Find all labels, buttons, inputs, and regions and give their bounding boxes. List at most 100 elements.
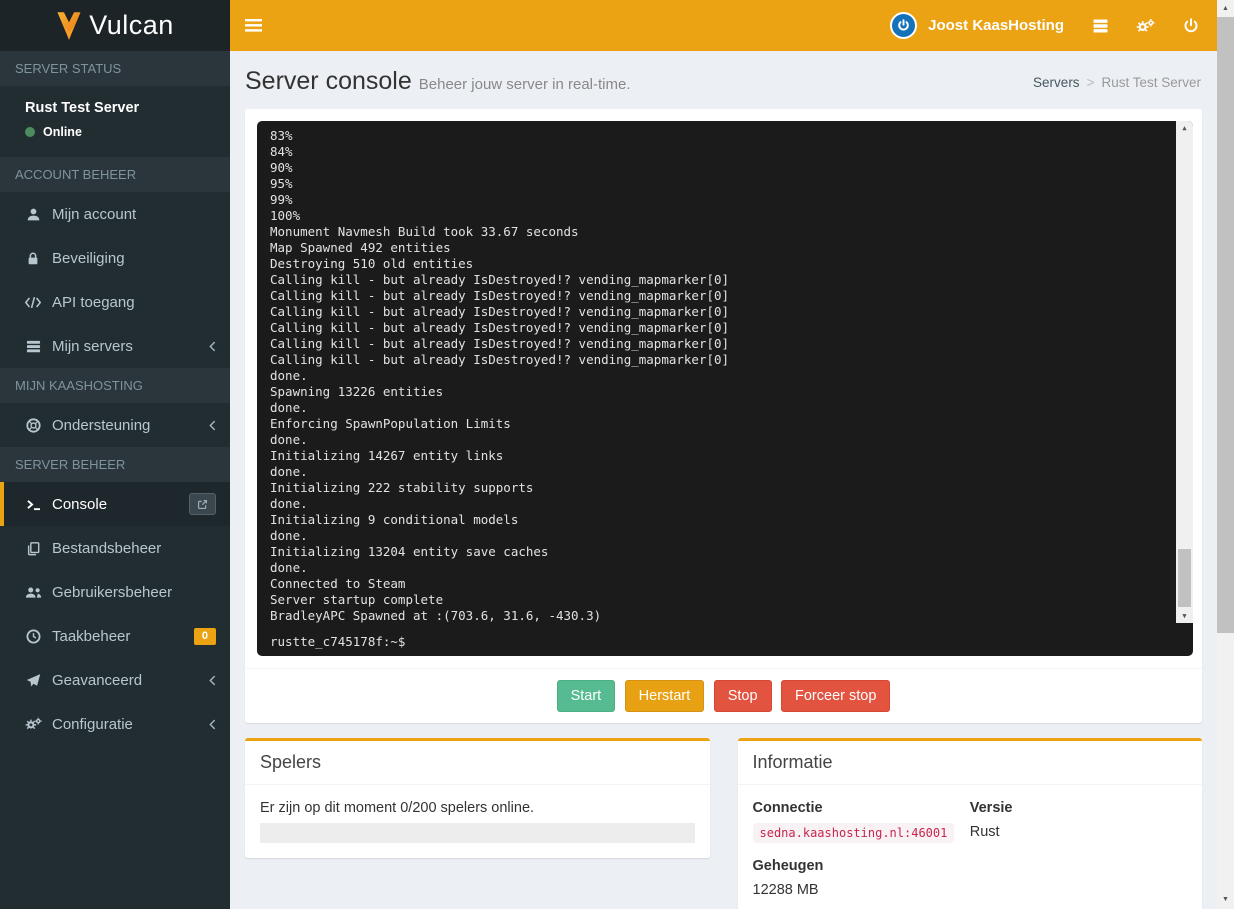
console-line: Monument Navmesh Build took 33.67 second… xyxy=(270,224,1163,240)
players-card: Spelers Er zijn op dit moment 0/200 spel… xyxy=(245,738,710,858)
gears-icon xyxy=(1136,18,1155,34)
sidebar-item-bestandsbeheer[interactable]: Bestandsbeheer xyxy=(0,526,230,570)
breadcrumb-separator: > xyxy=(1087,75,1095,90)
sidebar-item-api-toegang[interactable]: API toegang xyxy=(0,280,230,324)
paper-plane-icon xyxy=(23,673,43,688)
server-status-panel: Rust Test Server Online xyxy=(0,86,230,157)
external-link-icon xyxy=(197,499,208,510)
players-message: Er zijn op dit moment 0/200 spelers onli… xyxy=(260,800,695,816)
brand-name: Vulcan xyxy=(89,10,174,41)
console-line: Initializing 9 conditional models xyxy=(270,512,1163,528)
sidebar-section-server-beheer: SERVER BEHEER xyxy=(0,447,230,482)
console-line: BradleyAPC Spawned at :(703.6, 31.6, -43… xyxy=(270,608,1163,624)
version-value: Rust xyxy=(970,824,1187,840)
sidebar-section-kaashosting: MIJN KAASHOSTING xyxy=(0,368,230,403)
topbar: Joost KaasHosting xyxy=(230,0,1217,51)
content-header: Server console Beheer jouw server in real… xyxy=(230,51,1217,109)
console-line: 95% xyxy=(270,176,1163,192)
sidebar-item-mijn-account[interactable]: Mijn account xyxy=(0,192,230,236)
console-line: Calling kill - but already IsDestroyed!?… xyxy=(270,352,1163,368)
console-line: done. xyxy=(270,368,1163,384)
users-icon xyxy=(23,586,43,599)
sidebar-item-taakbeheer[interactable]: Taakbeheer 0 xyxy=(0,614,230,658)
sidebar-item-configuratie[interactable]: Configuratie xyxy=(0,702,230,746)
console-line: done. xyxy=(270,464,1163,480)
scroll-up-arrow-icon[interactable]: ▲ xyxy=(1217,2,1234,16)
scroll-down-arrow-icon[interactable]: ▼ xyxy=(1217,893,1234,907)
sidebar-item-label: API toegang xyxy=(52,294,135,311)
memory-field: Geheugen 12288 MB xyxy=(753,858,970,898)
online-status-label: Online xyxy=(43,125,82,139)
information-card-title: Informatie xyxy=(738,741,1203,785)
sidebar-section-account: ACCOUNT BEHEER xyxy=(0,157,230,192)
settings-button[interactable] xyxy=(1123,0,1168,51)
sidebar-item-label: Mijn servers xyxy=(52,338,133,355)
players-progress-bar xyxy=(260,823,695,843)
sidebar-section-server-status: SERVER STATUS xyxy=(0,51,230,86)
console-line: 83% xyxy=(270,128,1163,144)
version-field: Versie Rust xyxy=(970,800,1187,842)
user-icon xyxy=(23,207,43,222)
console-line: Initializing 222 stability supports xyxy=(270,480,1163,496)
chevron-left-icon xyxy=(209,675,216,686)
sidebar-item-geavanceerd[interactable]: Geavanceerd xyxy=(0,658,230,702)
console-output: 83%84%90%95%99%100%Monument Navmesh Buil… xyxy=(257,121,1193,624)
version-label: Versie xyxy=(970,800,1187,816)
sidebar: Vulcan SERVER STATUS Rust Test Server On… xyxy=(0,0,230,909)
console-prompt[interactable]: rustte_c745178f:~$ xyxy=(257,634,1193,650)
page-scrollbar-thumb[interactable] xyxy=(1217,17,1234,633)
sidebar-item-label: Configuratie xyxy=(52,716,133,733)
connection-address: sedna.kaashosting.nl:46001 xyxy=(753,823,955,843)
console-line: Calling kill - but already IsDestroyed!?… xyxy=(270,320,1163,336)
console-line: Calling kill - but already IsDestroyed!?… xyxy=(270,336,1163,352)
console-line: done. xyxy=(270,400,1163,416)
console-terminal[interactable]: 83%84%90%95%99%100%Monument Navmesh Buil… xyxy=(257,121,1193,656)
force-stop-button[interactable]: Forceer stop xyxy=(781,680,890,712)
server-name: Rust Test Server xyxy=(25,100,215,116)
sidebar-item-console[interactable]: Console xyxy=(0,482,230,526)
restart-button[interactable]: Herstart xyxy=(625,680,705,712)
main-content: Server console Beheer jouw server in real… xyxy=(230,51,1217,909)
sidebar-item-mijn-servers[interactable]: Mijn servers xyxy=(0,324,230,368)
sidebar-item-label: Gebruikersbeheer xyxy=(52,584,172,601)
user-menu[interactable]: Joost KaasHosting xyxy=(876,0,1078,51)
servers-menu-button[interactable] xyxy=(1078,0,1123,51)
breadcrumb-current: Rust Test Server xyxy=(1101,75,1201,90)
sidebar-item-label: Ondersteuning xyxy=(52,417,150,434)
console-line: done. xyxy=(270,560,1163,576)
sidebar-item-ondersteuning[interactable]: Ondersteuning xyxy=(0,403,230,447)
information-card: Informatie Connectie sedna.kaashosting.n… xyxy=(738,738,1203,909)
console-line: Calling kill - but already IsDestroyed!?… xyxy=(270,304,1163,320)
vulcan-logo[interactable]: Vulcan xyxy=(0,0,230,51)
page-subtitle: Beheer jouw server in real-time. xyxy=(419,76,631,93)
online-status-dot xyxy=(25,127,35,137)
console-popout-button[interactable] xyxy=(189,493,216,515)
console-line: Destroying 510 old entities xyxy=(270,256,1163,272)
chevron-left-icon xyxy=(209,420,216,431)
console-card: 83%84%90%95%99%100%Monument Navmesh Buil… xyxy=(245,109,1202,723)
connection-field: Connectie sedna.kaashosting.nl:46001 xyxy=(753,800,970,842)
sidebar-item-gebruikersbeheer[interactable]: Gebruikersbeheer xyxy=(0,570,230,614)
console-scrollbar[interactable]: ▲ ▼ xyxy=(1176,121,1193,623)
start-button[interactable]: Start xyxy=(557,680,616,712)
breadcrumb-servers-link[interactable]: Servers xyxy=(1033,75,1080,90)
page-scrollbar[interactable]: ▲ ▼ xyxy=(1217,0,1234,909)
logout-button[interactable] xyxy=(1168,0,1213,51)
sidebar-item-label: Console xyxy=(52,496,107,513)
server-list-icon xyxy=(1092,18,1109,34)
connection-label: Connectie xyxy=(753,800,970,816)
info-cards-row: Spelers Er zijn op dit moment 0/200 spel… xyxy=(245,738,1202,909)
power-icon xyxy=(1183,18,1199,34)
breadcrumb: Servers > Rust Test Server xyxy=(1033,75,1201,90)
stop-button[interactable]: Stop xyxy=(714,680,772,712)
console-line: done. xyxy=(270,432,1163,448)
scroll-up-arrow-icon[interactable]: ▲ xyxy=(1176,121,1193,135)
console-scrollbar-thumb[interactable] xyxy=(1178,549,1191,607)
scroll-down-arrow-icon[interactable]: ▼ xyxy=(1176,609,1193,623)
sidebar-item-beveiliging[interactable]: Beveiliging xyxy=(0,236,230,280)
life-ring-icon xyxy=(23,418,43,433)
sidebar-toggle-button[interactable] xyxy=(230,0,276,51)
console-actions: Start Herstart Stop Forceer stop xyxy=(245,668,1202,723)
hamburger-icon xyxy=(245,19,262,32)
page-title-text: Server console xyxy=(245,67,412,95)
